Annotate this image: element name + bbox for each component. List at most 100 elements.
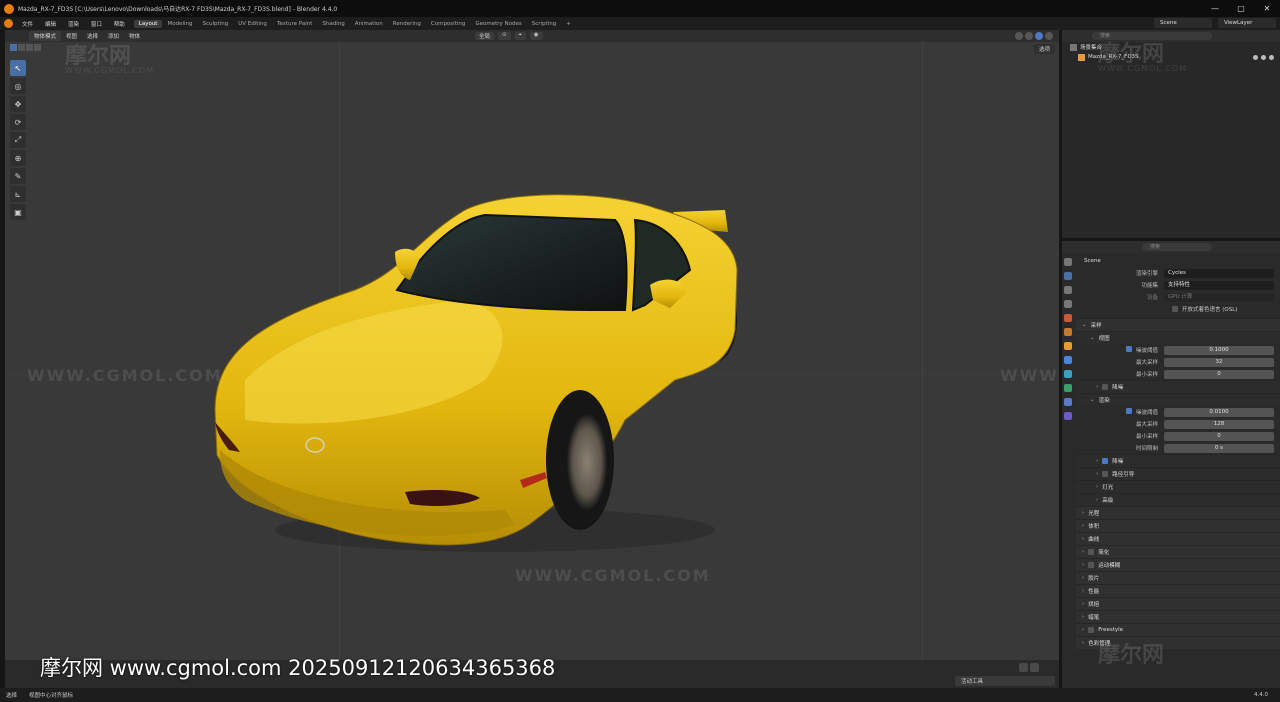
- feature-set-dropdown[interactable]: 支持特性: [1164, 280, 1274, 290]
- wireframe-shading-icon[interactable]: [1015, 32, 1023, 40]
- 3d-viewport[interactable]: 物体模式 视图 选择 添加 物体 全局 ⊙ ⌖ ◉ 选项 ↖ ◎ ✥ ⟳ ⤢ ⊕…: [5, 30, 1059, 660]
- freestyle-checkbox[interactable]: [1088, 627, 1095, 633]
- view-layer-field[interactable]: ViewLayer: [1218, 18, 1276, 28]
- r-noise-field[interactable]: 0.0100: [1164, 407, 1274, 417]
- rendered-shading-icon[interactable]: [1045, 32, 1053, 40]
- world-tab-icon[interactable]: [1064, 328, 1072, 336]
- r-denoise-checkbox[interactable]: [1102, 458, 1109, 464]
- menu-render[interactable]: 渲染: [63, 22, 84, 28]
- mazda-rx7-model[interactable]: [205, 160, 745, 560]
- data-tab-icon[interactable]: [1064, 412, 1072, 420]
- tab-geometry-nodes[interactable]: Geometry Nodes: [470, 20, 526, 28]
- section-performance[interactable]: › 性能: [1076, 584, 1280, 597]
- section-grease-pencil[interactable]: › 蜡笔: [1076, 610, 1280, 623]
- properties-search-input[interactable]: 搜索: [1142, 243, 1212, 251]
- blender-menu-icon[interactable]: [4, 19, 13, 28]
- close-button[interactable]: ✕: [1254, 0, 1280, 17]
- playback-icon[interactable]: [1030, 663, 1039, 672]
- motion-blur-checkbox[interactable]: [1088, 562, 1095, 568]
- lights-section[interactable]: › 灯光: [1076, 480, 1280, 493]
- section-light-paths[interactable]: › 光程: [1076, 506, 1280, 519]
- r-min-field[interactable]: 0: [1164, 431, 1274, 441]
- menu-help[interactable]: 帮助: [109, 22, 130, 28]
- path-guiding-section[interactable]: › 路径引导: [1076, 467, 1280, 480]
- select-box-tool[interactable]: ↖: [10, 60, 26, 76]
- camera-icon[interactable]: [1269, 54, 1274, 60]
- rotate-tool[interactable]: ⟳: [10, 114, 26, 130]
- minimize-button[interactable]: —: [1202, 0, 1228, 17]
- section-film[interactable]: › 胶片: [1076, 571, 1280, 584]
- measure-tool[interactable]: ⊾: [10, 186, 26, 202]
- osl-row[interactable]: 开放式着色语言 (OSL): [1076, 303, 1280, 314]
- advanced-section[interactable]: › 高级: [1076, 493, 1280, 506]
- section-freestyle[interactable]: › Freestyle: [1076, 623, 1280, 636]
- tab-uv-editing[interactable]: UV Editing: [233, 20, 272, 28]
- section-curves[interactable]: › 曲线: [1076, 532, 1280, 545]
- object-mode-dropdown[interactable]: 物体模式: [29, 31, 62, 41]
- particles-tab-icon[interactable]: [1064, 370, 1072, 378]
- transform-tool[interactable]: ⊕: [10, 150, 26, 166]
- select-invert-icon[interactable]: [34, 44, 41, 51]
- physics-tab-icon[interactable]: [1064, 384, 1072, 392]
- eye-icon[interactable]: [1261, 54, 1266, 60]
- vp-min-field[interactable]: 0: [1164, 369, 1274, 379]
- maximize-button[interactable]: ▢: [1228, 0, 1254, 17]
- proportional-edit-icon[interactable]: ◉: [529, 32, 543, 40]
- r-denoise-section[interactable]: › 降噪: [1076, 454, 1280, 467]
- section-simplify[interactable]: › 简化: [1076, 545, 1280, 558]
- constraints-tab-icon[interactable]: [1064, 398, 1072, 406]
- render-tab-icon[interactable]: [1064, 272, 1072, 280]
- scale-tool[interactable]: ⤢: [10, 132, 26, 148]
- select-extend-icon[interactable]: [18, 44, 25, 51]
- path-guiding-checkbox[interactable]: [1102, 471, 1109, 477]
- options-dropdown[interactable]: 选项: [1033, 44, 1055, 54]
- menu-window[interactable]: 窗口: [86, 22, 107, 28]
- scene-field[interactable]: Scene: [1154, 18, 1212, 28]
- tab-compositing[interactable]: Compositing: [426, 20, 470, 28]
- menu-file[interactable]: 文件: [17, 22, 38, 28]
- tool-tab-icon[interactable]: [1064, 258, 1072, 266]
- move-tool[interactable]: ✥: [10, 96, 26, 112]
- r-time-field[interactable]: 0 s: [1164, 443, 1274, 453]
- tab-layout[interactable]: Layout: [133, 19, 163, 28]
- render-engine-dropdown[interactable]: Cycles: [1164, 268, 1274, 278]
- vp-noise-field[interactable]: 0.1000: [1164, 345, 1274, 355]
- sampling-section[interactable]: ⌄ 采样: [1076, 318, 1280, 331]
- select-new-icon[interactable]: [10, 44, 17, 51]
- device-dropdown[interactable]: GPU 计算: [1164, 292, 1274, 302]
- outliner-collection-row[interactable]: 场景集合: [1062, 42, 1280, 52]
- material-shading-icon[interactable]: [1035, 32, 1043, 40]
- viewport-subsection[interactable]: ⌄ 视图: [1076, 331, 1280, 344]
- r-max-field[interactable]: 128: [1164, 419, 1274, 429]
- scene-tab-icon[interactable]: [1064, 314, 1072, 322]
- tab-sculpting[interactable]: Sculpting: [198, 20, 234, 28]
- vp-denoise-checkbox[interactable]: [1102, 384, 1109, 390]
- select-subtract-icon[interactable]: [26, 44, 33, 51]
- solid-shading-icon[interactable]: [1025, 32, 1033, 40]
- tab-scripting[interactable]: Scripting: [527, 20, 561, 28]
- menu-edit[interactable]: 编辑: [40, 22, 61, 28]
- tab-shading[interactable]: Shading: [317, 20, 349, 28]
- section-motion-blur[interactable]: › 运动模糊: [1076, 558, 1280, 571]
- vp-denoise-section[interactable]: › 降噪: [1076, 380, 1280, 393]
- section-volumes[interactable]: › 体积: [1076, 519, 1280, 532]
- tab-animation[interactable]: Animation: [350, 20, 388, 28]
- output-tab-icon[interactable]: [1064, 286, 1072, 294]
- tab-texture-paint[interactable]: Texture Paint: [272, 20, 318, 28]
- snap-icon[interactable]: ⌖: [514, 32, 526, 40]
- render-subsection[interactable]: ⌄ 渲染: [1076, 393, 1280, 406]
- modifier-tab-icon[interactable]: [1064, 356, 1072, 364]
- pivot-icon[interactable]: ⊙: [498, 32, 511, 40]
- view-layer-tab-icon[interactable]: [1064, 300, 1072, 308]
- section-bake[interactable]: › 烘焙: [1076, 597, 1280, 610]
- keyframe-icon[interactable]: [1019, 663, 1028, 672]
- tab-modeling[interactable]: Modeling: [162, 20, 197, 28]
- transform-orientation-dropdown[interactable]: 全局: [475, 32, 495, 40]
- checkbox-icon[interactable]: [1253, 54, 1258, 60]
- noise-checkbox[interactable]: [1125, 346, 1132, 352]
- annotate-tool[interactable]: ✎: [10, 168, 26, 184]
- osl-checkbox[interactable]: [1172, 305, 1178, 312]
- active-tool-panel[interactable]: 活动工具: [955, 676, 1055, 686]
- simplify-checkbox[interactable]: [1088, 549, 1095, 555]
- r-noise-checkbox[interactable]: [1125, 408, 1132, 414]
